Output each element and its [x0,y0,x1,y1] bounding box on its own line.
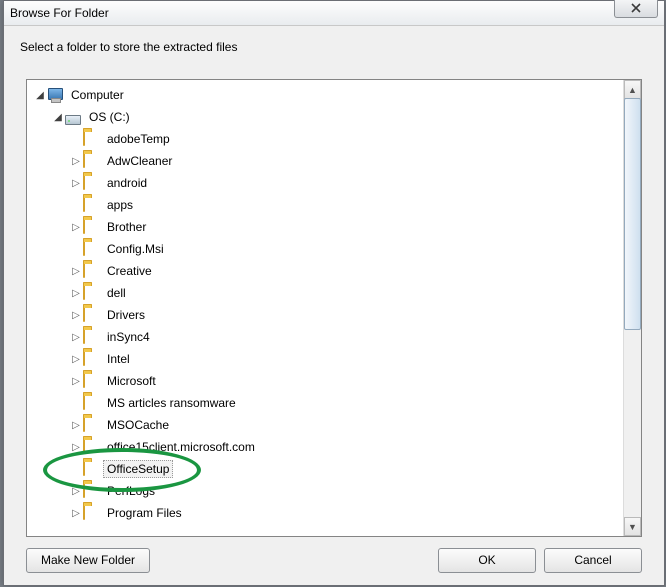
expand-icon[interactable]: ▷ [69,442,83,453]
tree-item-label: MSOCache [103,416,173,434]
tree-row-folder-12[interactable]: MS articles ransomware [27,392,641,414]
close-icon [630,3,642,13]
collapse-icon[interactable]: ◢ [51,112,65,123]
make-new-folder-button[interactable]: Make New Folder [26,548,150,573]
tree-item-label: Drivers [103,306,149,324]
scroll-thumb[interactable] [624,98,641,330]
tree-row-folder-1[interactable]: ▷ AdwCleaner [27,150,641,172]
tree-row-folder-5[interactable]: Config.Msi [27,238,641,260]
folder-icon [83,351,99,367]
tree-row-drive[interactable]: ◢ OS (C:) [27,106,641,128]
expand-icon[interactable]: ▷ [69,332,83,343]
tree-row-folder-17[interactable]: ▷ Program Files [27,502,641,524]
tree-row-folder-8[interactable]: ▷ Drivers [27,304,641,326]
tree-item-label: Creative [103,262,156,280]
tree-row-folder-2[interactable]: ▷ android [27,172,641,194]
folder-icon [83,505,99,521]
tree-row-folder-10[interactable]: ▷ Intel [27,348,641,370]
button-bar: Make New Folder OK Cancel [26,547,642,573]
folder-icon [83,285,99,301]
tree-row-folder-11[interactable]: ▷ Microsoft [27,370,641,392]
tree-item-label: AdwCleaner [103,152,176,170]
close-button[interactable] [614,0,658,18]
folder-icon [83,307,99,323]
tree-row-folder-4[interactable]: ▷ Brother [27,216,641,238]
tree-row-folder-6[interactable]: ▷ Creative [27,260,641,282]
tree-row-computer[interactable]: ◢ Computer [27,84,641,106]
tree-row-folder-7[interactable]: ▷ dell [27,282,641,304]
folder-icon [83,373,99,389]
folder-icon [83,417,99,433]
folder-icon [83,153,99,169]
expand-icon[interactable]: ▷ [69,288,83,299]
folder-tree[interactable]: ◢Computer◢OS (C:)adobeTemp▷AdwCleaner▷an… [27,80,641,536]
expand-icon[interactable]: ▷ [69,376,83,387]
tree-row-folder-13[interactable]: ▷ MSOCache [27,414,641,436]
tree-item-label: Config.Msi [103,240,168,258]
tree-row-folder-16[interactable]: ▷ PerfLogs [27,480,641,502]
tree-row-folder-9[interactable]: ▷ inSync4 [27,326,641,348]
folder-icon [83,175,99,191]
title-bar: Browse For Folder [4,1,664,26]
folder-icon [83,197,99,213]
expand-icon[interactable]: ▷ [69,156,83,167]
folder-icon [83,439,99,455]
scroll-down-button[interactable]: ▼ [624,517,641,536]
ok-button[interactable]: OK [438,548,536,573]
folder-icon [83,241,99,257]
folder-icon [83,395,99,411]
tree-row-folder-14[interactable]: ▷ office15client.microsoft.com [27,436,641,458]
folder-icon [83,219,99,235]
instruction-text: Select a folder to store the extracted f… [4,26,664,62]
folder-icon [83,461,99,477]
expand-icon[interactable]: ▷ [69,508,83,519]
expand-icon[interactable]: ▷ [69,178,83,189]
folder-icon [83,131,99,147]
tree-item-label: office15client.microsoft.com [103,438,259,456]
tree-item-label: Computer [67,86,128,104]
expand-icon[interactable]: ▷ [69,486,83,497]
expand-icon[interactable]: ▷ [69,420,83,431]
computer-icon [47,87,63,103]
tree-item-label: android [103,174,151,192]
expand-icon[interactable]: ▷ [69,222,83,233]
window-title: Browse For Folder [10,6,109,20]
tree-item-label: inSync4 [103,328,154,346]
tree-row-folder-0[interactable]: adobeTemp [27,128,641,150]
tree-row-folder-3[interactable]: apps [27,194,641,216]
folder-tree-container: ◢Computer◢OS (C:)adobeTemp▷AdwCleaner▷an… [26,79,642,537]
collapse-icon[interactable]: ◢ [33,90,47,101]
cancel-button[interactable]: Cancel [544,548,642,573]
tree-item-label: MS articles ransomware [103,394,240,412]
folder-icon [83,329,99,345]
browse-folder-dialog: Browse For Folder Select a folder to sto… [3,0,665,586]
expand-icon[interactable]: ▷ [69,310,83,321]
tree-item-label: PerfLogs [103,482,159,500]
tree-item-label: dell [103,284,130,302]
tree-item-label: apps [103,196,137,214]
tree-item-label: OS (C:) [85,108,134,126]
scroll-up-button[interactable]: ▲ [624,80,641,99]
tree-item-label: OfficeSetup [103,460,173,478]
tree-item-label: Program Files [103,504,186,522]
tree-item-label: Intel [103,350,134,368]
drive-icon [65,109,81,125]
tree-row-folder-15[interactable]: OfficeSetup [27,458,641,480]
folder-icon [83,483,99,499]
expand-icon[interactable]: ▷ [69,266,83,277]
tree-item-label: adobeTemp [103,130,174,148]
tree-item-label: Brother [103,218,150,236]
expand-icon[interactable]: ▷ [69,354,83,365]
scrollbar: ▲ ▼ [623,80,641,536]
tree-item-label: Microsoft [103,372,160,390]
folder-icon [83,263,99,279]
